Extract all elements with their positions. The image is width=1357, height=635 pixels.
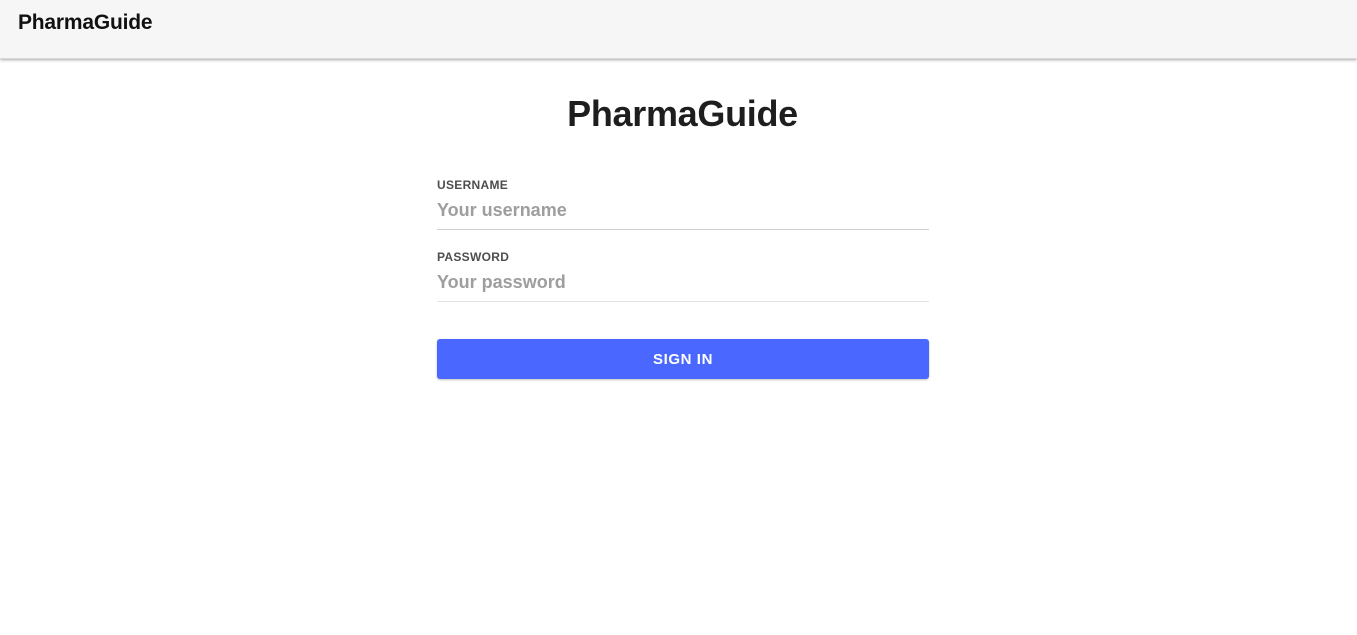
page-title: PharmaGuide: [567, 93, 798, 134]
username-input[interactable]: [437, 192, 929, 230]
username-label: USERNAME: [437, 178, 509, 192]
password-input[interactable]: [437, 264, 929, 302]
password-label: PASSWORD: [437, 250, 510, 264]
field-spacer: [437, 230, 929, 250]
login-page: PharmaGuide USERNAME PASSWORD SIGN IN: [0, 60, 1357, 635]
login-form: USERNAME PASSWORD SIGN IN: [437, 178, 929, 379]
sign-in-button[interactable]: SIGN IN: [437, 339, 929, 379]
brand-logo-text[interactable]: PharmaGuide: [18, 11, 153, 35]
top-app-bar: PharmaGuide: [0, 0, 1357, 59]
